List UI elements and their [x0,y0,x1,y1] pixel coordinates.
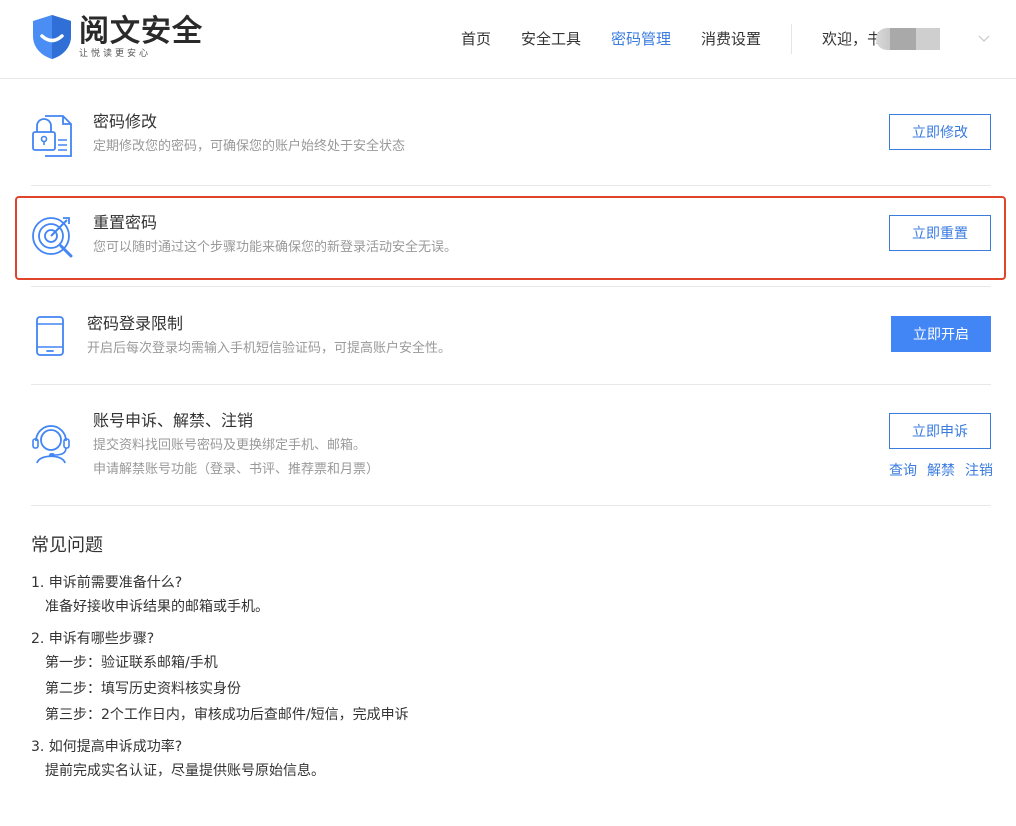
enable-restriction-button[interactable]: 立即开启 [891,316,991,352]
faq-answer: 提前完成实名认证，尽量提供账号原始信息。 [45,763,325,779]
lock-document-icon [32,115,72,157]
faq-answer: 第二步：填写历史资料核实身份 [45,681,241,697]
divider [31,286,991,287]
target-reset-icon [32,217,73,258]
row-desc-appeal-2: 申请解禁账号功能（登录、书评、推荐票和月票） [93,462,380,477]
faq-title: 常见问题 [31,535,103,556]
faq-item: 3. 如何提高申诉成功率? 提前完成实名认证，尽量提供账号原始信息。 [31,736,931,784]
faq-item: 2. 申诉有哪些步骤? 第一步：验证联系邮箱/手机 第二步：填写历史资料核实身份… [31,628,931,728]
logo[interactable]: 阅文安全 让悦读更安心 [31,14,203,60]
row-title-change-password: 密码修改 [93,112,158,131]
nav-consumption-settings[interactable]: 消费设置 [701,28,761,50]
faq-list: 1. 申诉前需要准备什么? 准备好接收申诉结果的邮箱或手机。 2. 申诉有哪些步… [31,572,931,792]
welcome-text: 欢迎，书 [822,30,883,48]
unban-link[interactable]: 解禁 [927,460,955,480]
reset-password-button[interactable]: 立即重置 [889,215,991,251]
logo-title: 阅文安全 [79,13,203,49]
username-redacted [876,28,941,50]
shield-logo-icon [33,15,71,59]
top-header: 阅文安全 让悦读更安心 首页 安全工具 密码管理 消费设置 欢迎，书 [0,0,1016,79]
appeal-button[interactable]: 立即申诉 [889,413,991,449]
nav-home[interactable]: 首页 [461,28,491,50]
row-title-appeal: 账号申诉、解禁、注销 [93,411,254,430]
row-desc-reset-password: 您可以随时通过这个步骤功能来确保您的新登录活动安全无误。 [93,240,458,255]
appeal-links: 查询 解禁 注销 [889,460,993,480]
faq-question: 3. 如何提高申诉成功率? [31,739,183,755]
query-link[interactable]: 查询 [889,460,917,480]
divider [31,185,991,186]
phone-icon [36,316,64,356]
divider [31,505,991,506]
row-title-reset-password: 重置密码 [93,213,158,232]
nav-security-tools[interactable]: 安全工具 [521,28,581,50]
faq-answer: 第三步：2个工作日内，审核成功后查邮件/短信，完成申诉 [45,707,409,723]
chevron-down-icon[interactable] [978,32,990,44]
logo-subtitle: 让悦读更安心 [79,48,152,59]
cancel-account-link[interactable]: 注销 [965,460,993,480]
row-desc-change-password: 定期修改您的密码，可确保您的账户始终处于安全状态 [93,139,406,154]
divider [31,384,991,385]
row-desc-login-restriction: 开启后每次登录均需输入手机短信验证码，可提高账户安全性。 [87,341,452,356]
user-menu[interactable]: 欢迎，书 [822,28,941,50]
customer-service-icon [32,425,70,464]
row-title-login-restriction: 密码登录限制 [87,314,184,333]
row-desc-appeal: 提交资料找回账号密码及更换绑定手机、邮箱。 [93,438,367,453]
faq-question: 1. 申诉前需要准备什么? [31,575,183,591]
nav-divider [791,24,792,54]
nav-password-management[interactable]: 密码管理 [611,28,671,50]
faq-question: 2. 申诉有哪些步骤? [31,631,155,647]
faq-answer: 准备好接收申诉结果的邮箱或手机。 [45,599,269,615]
faq-item: 1. 申诉前需要准备什么? 准备好接收申诉结果的邮箱或手机。 [31,572,931,620]
change-password-button[interactable]: 立即修改 [889,114,991,150]
faq-answer: 第一步：验证联系邮箱/手机 [45,655,218,671]
main-nav: 首页 安全工具 密码管理 消费设置 [461,28,791,50]
